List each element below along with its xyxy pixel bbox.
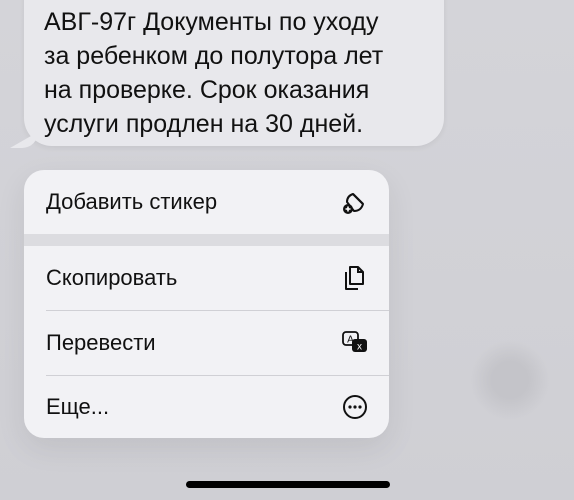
add-sticker-label: Добавить стикер: [46, 189, 218, 214]
more-label: Еще...: [46, 394, 110, 419]
more-menu-item[interactable]: Еще...: [24, 375, 389, 438]
svg-text:x: x: [357, 342, 362, 353]
copy-menu-item[interactable]: Скопировать: [24, 246, 389, 310]
copy-label: Скопировать: [46, 265, 178, 290]
message-text: АВГ-97г Документы по уходу за ребенком д…: [44, 8, 384, 138]
more-icon: [343, 395, 367, 419]
home-indicator[interactable]: [186, 481, 390, 488]
translate-label: Перевести: [46, 330, 156, 355]
copy-icon: [345, 266, 364, 290]
translate-menu-item[interactable]: Перевести A x: [24, 311, 389, 375]
sticker-icon: [343, 193, 364, 214]
translate-icon: A x: [342, 331, 367, 353]
add-sticker-menu-item[interactable]: Добавить стикер: [24, 170, 389, 234]
menu-group-separator: [24, 234, 389, 246]
context-menu: Добавить стикер Скопировать Перевести A …: [24, 170, 389, 438]
